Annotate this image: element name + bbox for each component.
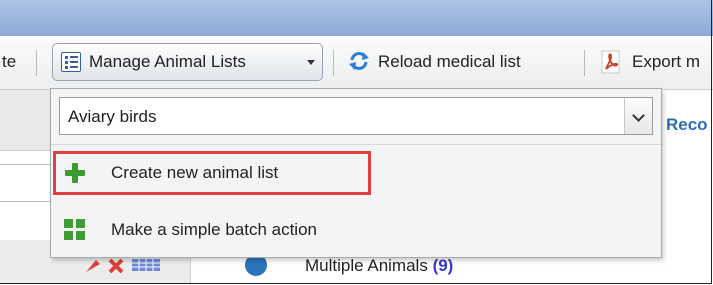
screenshot-border: [0, 0, 712, 284]
